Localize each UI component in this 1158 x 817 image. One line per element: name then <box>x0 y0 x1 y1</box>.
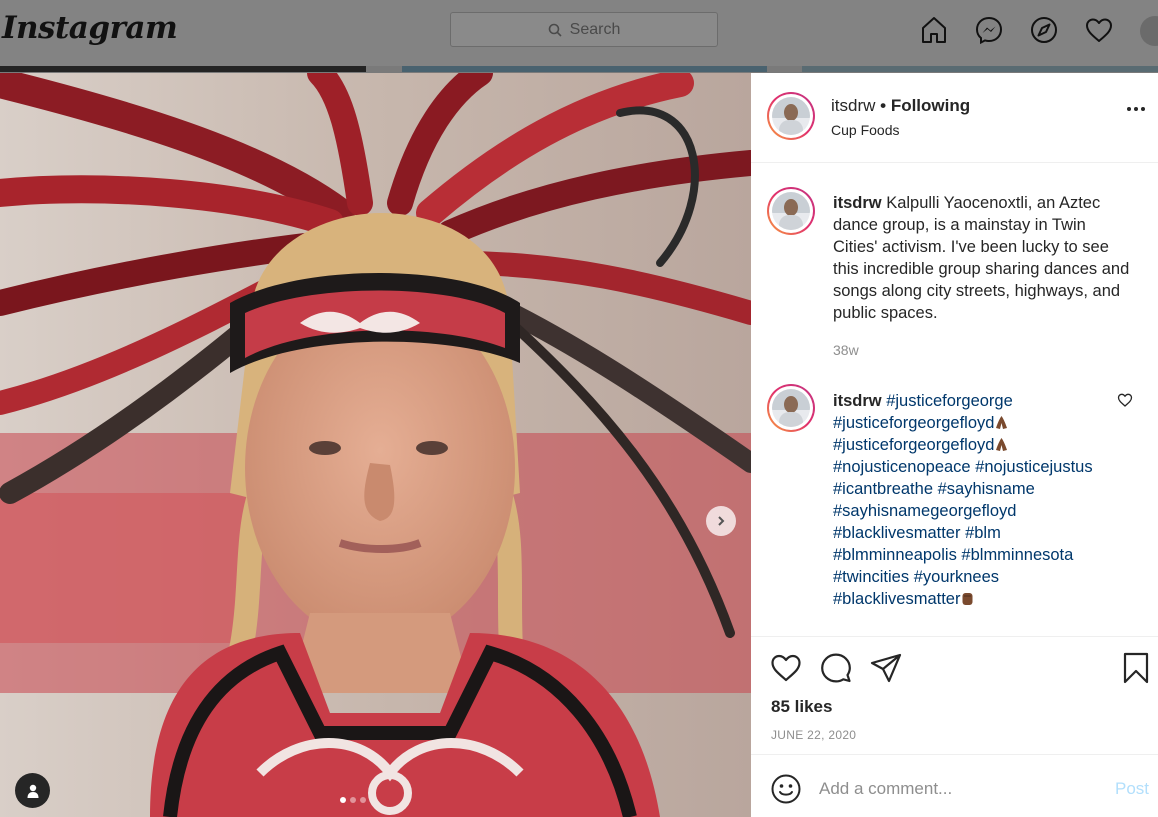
hashtag-link[interactable]: #blmminneapolis <box>833 546 957 564</box>
pray-hands-emoji <box>994 414 1009 429</box>
messenger-icon[interactable] <box>973 14 1005 46</box>
tagged-users-button[interactable] <box>15 773 50 808</box>
carousel-dot <box>360 797 366 803</box>
hashtag-link[interactable]: #justiceforgeorgefloyd <box>833 436 994 454</box>
post-image-artwork <box>0 73 751 817</box>
post-photo[interactable] <box>0 73 751 817</box>
raised-fist-emoji <box>960 590 975 605</box>
top-navigation-bar: Instagram Search <box>0 0 1158 66</box>
hashtag-link[interactable]: #blmminnesota <box>961 546 1073 564</box>
hashtag-link[interactable]: #blacklivesmatter <box>833 590 960 608</box>
caption-author[interactable]: itsdrw <box>833 194 882 212</box>
comment-like-heart-icon[interactable] <box>1117 392 1133 408</box>
post-details-panel: itsdrw • Following Cup Foods itsdrw Kalp… <box>751 73 1158 817</box>
instagram-logo[interactable]: Instagram <box>2 10 178 46</box>
share-paper-plane-icon[interactable] <box>869 651 903 685</box>
home-icon[interactable] <box>918 14 950 46</box>
user-tag-icon <box>27 784 38 798</box>
add-comment-input[interactable] <box>819 774 1099 804</box>
post-date[interactable]: JUNE 22, 2020 <box>771 728 856 742</box>
carousel-dot-active <box>340 797 346 803</box>
post-location[interactable]: Cup Foods <box>831 122 899 138</box>
caption-author-avatar[interactable] <box>767 187 815 235</box>
save-bookmark-icon[interactable] <box>1119 651 1153 685</box>
comments-list[interactable]: itsdrw Kalpulli Yaocenoxtli, an Aztec da… <box>751 164 1158 636</box>
search-icon <box>548 23 562 37</box>
hashtag-link[interactable]: #nojusticenopeace <box>833 458 971 476</box>
hashtag-link[interactable]: #sayhisname <box>938 480 1035 498</box>
post-header: itsdrw • Following Cup Foods <box>751 73 1158 163</box>
hashtag-link[interactable]: #justiceforgeorgefloyd <box>833 414 994 432</box>
author-username[interactable]: itsdrw <box>831 96 875 115</box>
hashtag-link[interactable]: #yourknees <box>914 568 999 586</box>
comment-bubble-icon[interactable] <box>819 651 853 685</box>
search-box[interactable]: Search <box>450 12 718 47</box>
caption-age[interactable]: 38w <box>833 342 859 358</box>
pray-hands-emoji <box>994 436 1009 451</box>
next-photo-button[interactable] <box>706 506 736 536</box>
emoji-smiley-icon[interactable] <box>770 773 802 805</box>
search-placeholder: Search <box>569 20 621 38</box>
following-button[interactable]: • Following <box>880 96 970 115</box>
carousel-dot <box>350 797 356 803</box>
caption-text: Kalpulli Yaocenoxtli, an Aztec dance gro… <box>833 194 1130 322</box>
carousel-dots <box>340 797 366 803</box>
explore-compass-icon[interactable] <box>1028 14 1060 46</box>
likes-count[interactable]: 85 likes <box>771 697 832 717</box>
like-heart-icon[interactable] <box>769 651 803 685</box>
hashtag-link[interactable]: #justiceforgeorge <box>886 392 1013 410</box>
hashtag-link[interactable]: #icantbreathe <box>833 480 933 498</box>
hashtag-link[interactable]: #twincities <box>833 568 909 586</box>
chevron-right-icon <box>718 516 725 526</box>
post-comment-button[interactable]: Post <box>1115 779 1149 799</box>
add-comment-section: Post <box>751 754 1158 817</box>
author-avatar[interactable] <box>767 92 815 140</box>
hashtag-link[interactable]: #sayhisnamegeorgefloyd <box>833 502 1016 520</box>
activity-heart-icon[interactable] <box>1083 14 1115 46</box>
comment-author-avatar[interactable] <box>767 384 815 432</box>
hashtag-link[interactable]: #blacklivesmatter <box>833 524 960 542</box>
comment-author[interactable]: itsdrw <box>833 392 882 410</box>
profile-avatar[interactable] <box>1140 16 1158 46</box>
hashtag-link[interactable]: #nojusticejustus <box>975 458 1092 476</box>
hashtag-link[interactable]: #blm <box>965 524 1001 542</box>
more-options-icon[interactable] <box>1127 107 1145 111</box>
post-actions: 85 likes JUNE 22, 2020 <box>751 636 1158 754</box>
